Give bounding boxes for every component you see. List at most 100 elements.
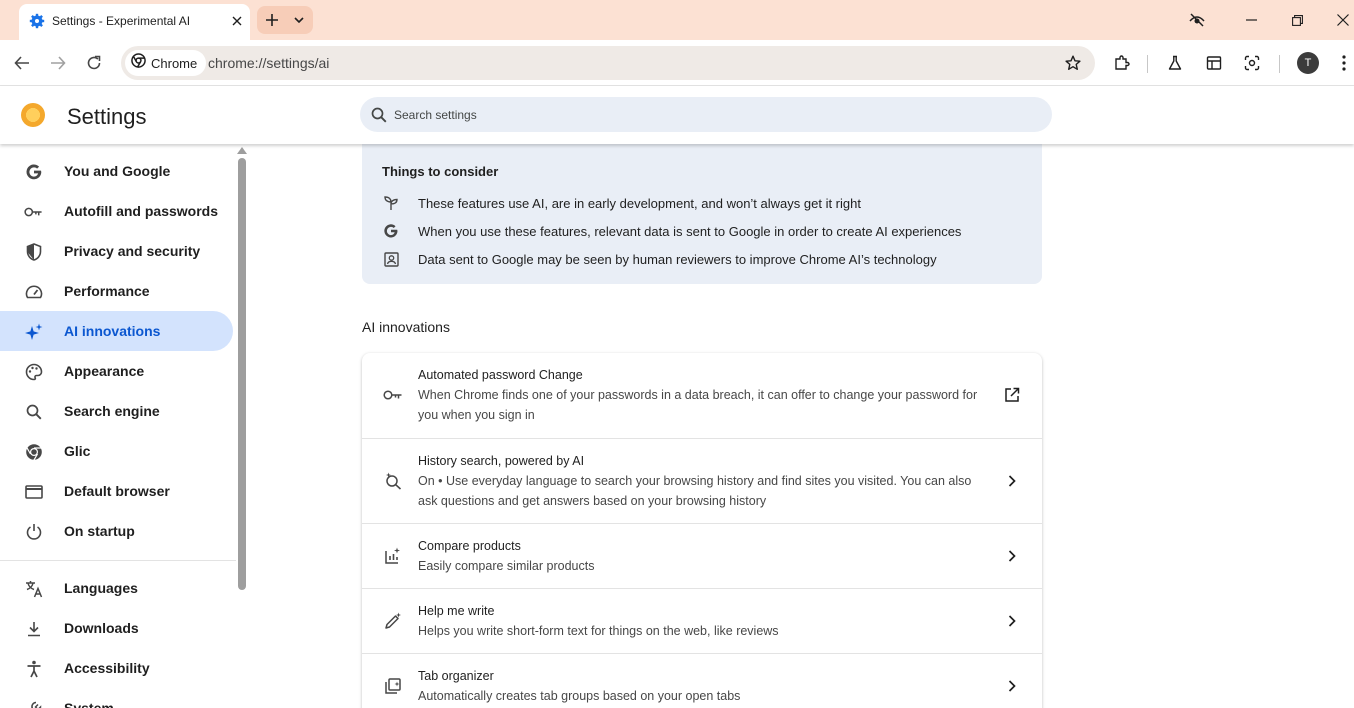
scroll-up-arrow-icon[interactable] — [237, 147, 247, 154]
power-icon — [24, 522, 43, 541]
palette-icon — [24, 362, 43, 381]
wrench-icon — [24, 699, 43, 708]
tab-search-chevron-icon[interactable] — [287, 8, 311, 32]
side-panel-icon[interactable] — [1202, 51, 1226, 75]
pen-sparkle-icon — [383, 611, 403, 631]
toolbar: Chrome chrome://settings/ai T — [0, 40, 1354, 86]
row-description: Easily compare similar products — [418, 559, 595, 573]
sidebar-item-label: You and Google — [64, 163, 171, 179]
site-info-chip[interactable]: Chrome — [125, 50, 207, 76]
row-description: When Chrome finds one of your passwords … — [418, 388, 978, 422]
sidebar-divider — [0, 560, 236, 561]
row-description: Automatically creates tab groups based o… — [418, 689, 741, 703]
row-title: Compare products — [418, 539, 521, 553]
toolbar-separator — [1279, 55, 1280, 73]
gear-icon — [29, 13, 45, 29]
sidebar-item-search-engine[interactable]: Search engine — [0, 391, 233, 431]
sidebar-item-accessibility[interactable]: Accessibility — [0, 648, 233, 688]
sprout-icon — [382, 194, 400, 212]
tab-organizer-icon — [383, 676, 403, 696]
consider-item: When you use these features, relevant da… — [382, 222, 1022, 240]
flask-icon[interactable] — [1163, 51, 1187, 75]
url-text[interactable]: chrome://settings/ai — [208, 55, 329, 71]
shield-icon — [24, 242, 43, 261]
bookmark-star-icon[interactable] — [1061, 51, 1085, 75]
close-window-icon[interactable] — [1331, 8, 1354, 32]
sidebar-item-label: AI innovations — [64, 323, 161, 339]
setting-row-history-search[interactable]: History search, powered by AI On • Use e… — [362, 438, 1042, 523]
close-tab-icon[interactable] — [227, 11, 247, 31]
setting-row-tab-organizer[interactable]: Tab organizer Automatically creates tab … — [362, 653, 1042, 708]
settings-main: Things to consider These features use AI… — [248, 144, 1354, 708]
consider-item-text: When you use these features, relevant da… — [418, 224, 962, 239]
chrome-icon — [131, 53, 146, 73]
new-tab-plus-icon[interactable] — [260, 8, 284, 32]
sidebar-item-privacy[interactable]: Privacy and security — [0, 231, 233, 271]
setting-row-help-me-write[interactable]: Help me write Helps you write short-form… — [362, 588, 1042, 653]
reload-icon[interactable] — [82, 51, 106, 75]
setting-row-compare-products[interactable]: Compare products Easily compare similar … — [362, 523, 1042, 588]
restore-icon[interactable] — [1285, 8, 1309, 32]
key-icon — [24, 202, 43, 221]
chevron-right-icon[interactable] — [1002, 471, 1022, 491]
sidebar-item-label: Privacy and security — [64, 243, 201, 259]
lens-icon[interactable] — [1240, 51, 1264, 75]
sidebar-item-label: On startup — [64, 523, 135, 539]
consider-item: Data sent to Google may be seen by human… — [382, 250, 1022, 268]
section-title: AI innovations — [362, 319, 450, 335]
google-g-icon — [382, 222, 400, 240]
active-tab[interactable]: Settings - Experimental AI — [19, 4, 250, 40]
settings-logo-icon — [21, 103, 45, 127]
sidebar-item-default-browser[interactable]: Default browser — [0, 471, 233, 511]
sidebar-item-system[interactable]: System — [0, 688, 233, 708]
chip-label: Chrome — [151, 55, 198, 71]
sidebar-item-languages[interactable]: Languages — [0, 568, 233, 608]
sidebar-item-ai-innovations[interactable]: AI innovations — [0, 311, 233, 351]
row-title: Automated password Change — [418, 368, 583, 382]
sidebar-item-glic[interactable]: Glic — [0, 431, 233, 471]
settings-header: Settings Search settings — [0, 86, 1354, 144]
setting-row-automated-password-change[interactable]: Automated password Change When Chrome fi… — [362, 353, 1042, 438]
sidebar-item-appearance[interactable]: Appearance — [0, 351, 233, 391]
browser-window-icon — [24, 482, 43, 501]
profile-avatar[interactable]: T — [1297, 52, 1319, 74]
sparkle-icon — [24, 322, 43, 341]
consider-item-text: These features use AI, are in early deve… — [418, 196, 861, 211]
incognito-no-eye-icon[interactable] — [1185, 8, 1209, 32]
chevron-right-icon[interactable] — [1002, 611, 1022, 631]
search-placeholder: Search settings — [394, 108, 477, 122]
sidebar-item-label: Autofill and passwords — [64, 203, 219, 219]
back-arrow-icon[interactable] — [10, 51, 34, 75]
forward-arrow-icon[interactable] — [46, 51, 70, 75]
chevron-right-icon[interactable] — [1002, 676, 1022, 696]
sidebar-item-autofill[interactable]: Autofill and passwords — [0, 191, 233, 231]
sidebar-item-label: Search engine — [64, 403, 160, 419]
sidebar-item-you-and-google[interactable]: You and Google — [0, 151, 233, 191]
tab-title: Settings - Experimental AI — [52, 14, 191, 28]
sidebar-item-downloads[interactable]: Downloads — [0, 608, 233, 648]
sidebar-item-label: Glic — [64, 443, 91, 459]
key-icon — [383, 385, 403, 405]
chevron-right-icon[interactable] — [1002, 546, 1022, 566]
search-icon — [371, 107, 387, 123]
google-g-icon — [24, 162, 43, 181]
omnibox[interactable]: Chrome chrome://settings/ai — [121, 46, 1095, 80]
row-title: History search, powered by AI — [418, 454, 585, 468]
more-vertical-icon[interactable] — [1332, 51, 1354, 75]
consider-heading: Things to consider — [382, 164, 499, 179]
search-settings-input[interactable]: Search settings — [360, 97, 1052, 132]
open-external-icon[interactable] — [1002, 385, 1022, 405]
tab-strip: Settings - Experimental AI — [0, 0, 1354, 40]
page-title: Settings — [67, 104, 147, 129]
scrollbar-thumb[interactable] — [238, 158, 246, 590]
sidebar-item-on-startup[interactable]: On startup — [0, 511, 233, 551]
sidebar-item-label: Default browser — [64, 483, 170, 499]
extensions-puzzle-icon[interactable] — [1110, 51, 1134, 75]
sidebar-item-label: Performance — [64, 283, 150, 299]
compare-icon — [383, 546, 403, 566]
sidebar-item-label: Accessibility — [64, 660, 150, 676]
sidebar-item-label: Appearance — [64, 363, 145, 379]
sidebar-item-performance[interactable]: Performance — [0, 271, 233, 311]
minimize-icon[interactable] — [1239, 8, 1263, 32]
ai-features-card: Automated password Change When Chrome fi… — [362, 353, 1042, 708]
